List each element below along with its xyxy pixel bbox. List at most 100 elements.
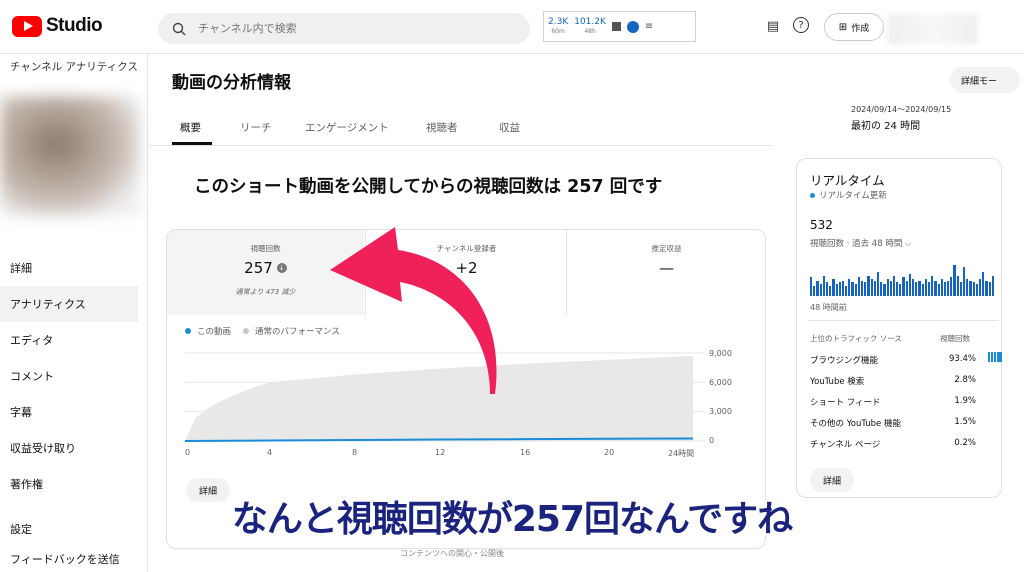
create-label: 作成 — [851, 23, 870, 34]
realtime-bar — [905, 280, 908, 296]
realtime-bar — [886, 279, 889, 296]
traffic-source-name: ショート フィード — [810, 398, 881, 408]
realtime-bar — [978, 279, 982, 296]
realtime-bar — [943, 282, 947, 296]
realtime-bar — [912, 279, 915, 296]
y-tick-label: 0 — [709, 436, 715, 445]
traffic-views-header: 視聴回数 — [940, 334, 970, 343]
realtime-bar — [845, 285, 848, 296]
tab-overview[interactable]: 概要 — [180, 120, 201, 135]
chart-icon — [611, 22, 621, 31]
divider — [808, 320, 998, 321]
tab-engagement[interactable]: エンゲージメント — [305, 120, 389, 135]
x-tick-label: 0 — [185, 448, 191, 457]
realtime-bar — [915, 282, 918, 296]
traffic-source-value: 1.9% — [954, 396, 976, 406]
page-title: 動画の分析情報 — [172, 73, 291, 93]
help-icon[interactable]: ? — [793, 17, 809, 33]
realtime-bar — [921, 284, 924, 296]
realtime-bar — [927, 282, 931, 296]
search-bar[interactable] — [158, 13, 530, 44]
traffic-source-value: 1.5% — [954, 417, 976, 427]
tab-reach[interactable]: リーチ — [240, 120, 272, 135]
realtime-live: リアルタイム更新 — [810, 189, 887, 201]
search-input[interactable] — [198, 22, 498, 35]
realtime-bar — [975, 284, 978, 296]
stats-widget[interactable]: 2.3K 60m 101.2K 48h ≡ — [543, 11, 696, 42]
realtime-bar — [908, 273, 911, 296]
sidebar-item-editor[interactable]: エディタ — [0, 322, 138, 358]
realtime-bar — [950, 277, 953, 296]
tab-revenue[interactable]: 収益 — [499, 120, 520, 135]
realtime-bar — [918, 280, 921, 296]
y-tick-label: 6,000 — [709, 378, 732, 387]
sidebar-item-feedback[interactable]: フィードバックを送信 — [0, 547, 138, 571]
traffic-source-name: その他の YouTube 機能 — [810, 419, 901, 429]
realtime-bar — [985, 280, 988, 296]
sidebar-item-comments[interactable]: コメント — [0, 358, 138, 394]
advanced-mode-button[interactable]: 詳細モー — [950, 67, 1020, 93]
menu-icon[interactable]: ≡ — [645, 21, 653, 32]
create-button[interactable]: ⊞ 作成 — [824, 13, 884, 41]
realtime-bar — [810, 277, 813, 296]
traffic-source-header: 上位のトラフィック ソース — [810, 334, 902, 343]
realtime-bar — [899, 284, 902, 296]
chevron-down-icon: ⌵ — [905, 239, 912, 249]
comment-icon[interactable]: ▤ — [764, 17, 782, 35]
realtime-bar-chart[interactable] — [810, 262, 1000, 296]
realtime-bar — [867, 275, 870, 296]
realtime-details-button[interactable]: 詳細 — [810, 468, 854, 492]
realtime-bar — [822, 275, 825, 296]
metric-revenue-value[interactable]: — — [568, 259, 765, 277]
x-tick-label: 4 — [267, 448, 273, 457]
realtime-bar — [940, 279, 943, 296]
realtime-bar — [880, 282, 883, 296]
realtime-bar — [988, 282, 991, 296]
footnote: コンテンツへの関心・公開後 — [400, 549, 504, 558]
traffic-source-value: 2.8% — [954, 375, 976, 385]
realtime-bar — [813, 285, 816, 296]
traffic-source-name: ブラウジング機能 — [810, 356, 879, 366]
realtime-period[interactable]: 視聴回数 · 過去 48 時間 ⌵ — [810, 237, 911, 249]
sidebar-item-earn[interactable]: 収益受け取り — [0, 430, 138, 466]
realtime-bar — [841, 280, 845, 296]
realtime-bar — [848, 279, 851, 296]
realtime-bar — [963, 267, 966, 296]
x-tick-label: 16 — [520, 448, 531, 457]
realtime-bar — [889, 280, 892, 296]
realtime-bar — [924, 279, 927, 296]
sidebar-item-analytics[interactable]: アナリティクス — [0, 286, 138, 322]
realtime-bar — [892, 275, 896, 296]
realtime-bar — [953, 265, 956, 296]
realtime-48h-ago: 48 時間前 — [810, 303, 847, 312]
studio-logo[interactable]: Studio — [12, 14, 103, 38]
realtime-bar — [966, 279, 969, 296]
stat-48h: 101.2K 48h — [574, 17, 606, 35]
summary-headline: このショート動画を公開してからの視聴回数は 257 回です — [194, 177, 663, 197]
traffic-sparkline — [988, 352, 1002, 362]
date-range-label: 最初の 24 時間 — [851, 121, 921, 132]
realtime-bar — [934, 280, 937, 296]
account-area-blurred[interactable] — [888, 14, 978, 44]
realtime-bar — [851, 282, 854, 296]
video-thumbnail-blurred[interactable] — [0, 96, 140, 216]
traffic-source-name: チャンネル ページ — [810, 440, 881, 450]
extension-icon — [626, 20, 639, 33]
video-caption: なんと視聴回数が257回なんですね — [231, 498, 794, 541]
stat-60m: 2.3K 60m — [548, 17, 569, 35]
traffic-source-value: 93.4% — [948, 354, 976, 364]
tab-audience[interactable]: 視聴者 — [426, 120, 458, 135]
active-tab-indicator — [172, 142, 212, 145]
sidebar-item-details[interactable]: 詳細 — [0, 250, 138, 286]
red-arrow-annotation — [330, 227, 497, 394]
realtime-bar — [956, 275, 959, 296]
date-range[interactable]: 2024/09/14～2024/09/15 — [851, 104, 951, 115]
y-tick-label: 3,000 — [709, 407, 732, 416]
realtime-bar — [969, 280, 972, 296]
realtime-bar — [896, 282, 899, 296]
tabs-divider — [150, 145, 772, 146]
x-tick-label: 20 — [604, 448, 615, 457]
search-icon — [172, 22, 186, 35]
realtime-bar — [829, 285, 832, 296]
sidebar-item-subtitles[interactable]: 字幕 — [0, 394, 138, 430]
